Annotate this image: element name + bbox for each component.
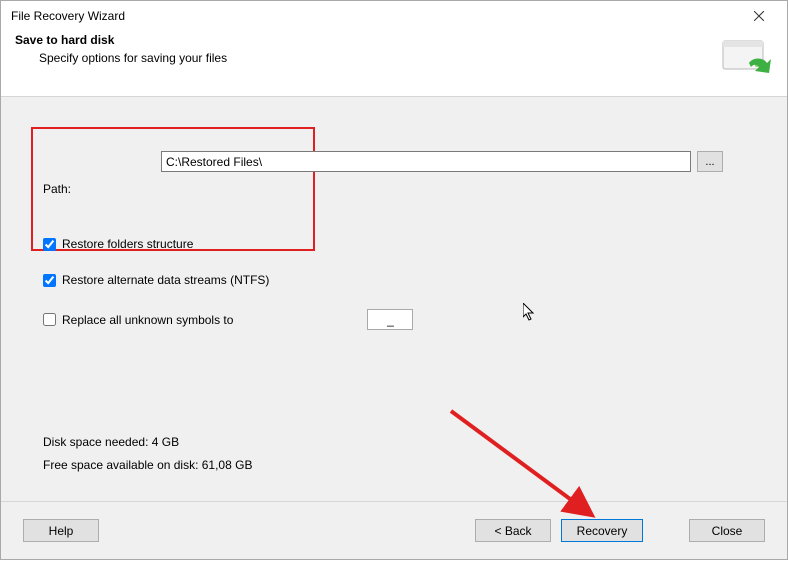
replace-symbols-checkbox[interactable] xyxy=(43,313,56,326)
header-subtitle: Specify options for saving your files xyxy=(15,51,773,65)
restore-alt-streams-checkbox[interactable] xyxy=(43,274,56,287)
wizard-footer: Help < Back Recovery Close xyxy=(1,501,787,559)
close-window-button[interactable] xyxy=(739,2,779,30)
restore-folders-label: Restore folders structure xyxy=(62,237,193,251)
back-button[interactable]: < Back xyxy=(475,519,551,542)
options-group: Restore folders structure Restore altern… xyxy=(43,237,413,352)
browse-button[interactable]: ... xyxy=(697,151,723,172)
close-icon xyxy=(754,11,764,21)
wizard-window: File Recovery Wizard Save to hard disk S… xyxy=(0,0,788,560)
option-replace-symbols: Replace all unknown symbols to xyxy=(43,309,413,330)
option-restore-alt-streams[interactable]: Restore alternate data streams (NTFS) xyxy=(43,273,413,287)
restore-folders-checkbox[interactable] xyxy=(43,238,56,251)
replace-symbols-label: Replace all unknown symbols to xyxy=(62,313,233,327)
path-label: Path: xyxy=(43,182,153,196)
wizard-header: Save to hard disk Specify options for sa… xyxy=(1,31,787,97)
header-title: Save to hard disk xyxy=(15,33,773,47)
path-input[interactable] xyxy=(161,151,691,172)
restore-alt-streams-label: Restore alternate data streams (NTFS) xyxy=(62,273,269,287)
option-restore-folders[interactable]: Restore folders structure xyxy=(43,237,413,251)
help-button[interactable]: Help xyxy=(23,519,99,542)
close-button[interactable]: Close xyxy=(689,519,765,542)
path-input-row: ... xyxy=(161,151,723,172)
disk-space-needed: Disk space needed: 4 GB xyxy=(43,431,252,454)
disk-save-icon xyxy=(719,35,771,81)
wizard-body: Path: ... Restore folders structure Rest… xyxy=(1,97,787,501)
disk-space-free: Free space available on disk: 61,08 GB xyxy=(43,454,252,477)
disk-info: Disk space needed: 4 GB Free space avail… xyxy=(43,431,252,477)
recovery-button[interactable]: Recovery xyxy=(561,519,643,542)
path-highlight-box: Path: xyxy=(31,127,315,251)
titlebar: File Recovery Wizard xyxy=(1,1,787,31)
replace-symbols-input[interactable] xyxy=(367,309,413,330)
window-title: File Recovery Wizard xyxy=(11,9,125,23)
